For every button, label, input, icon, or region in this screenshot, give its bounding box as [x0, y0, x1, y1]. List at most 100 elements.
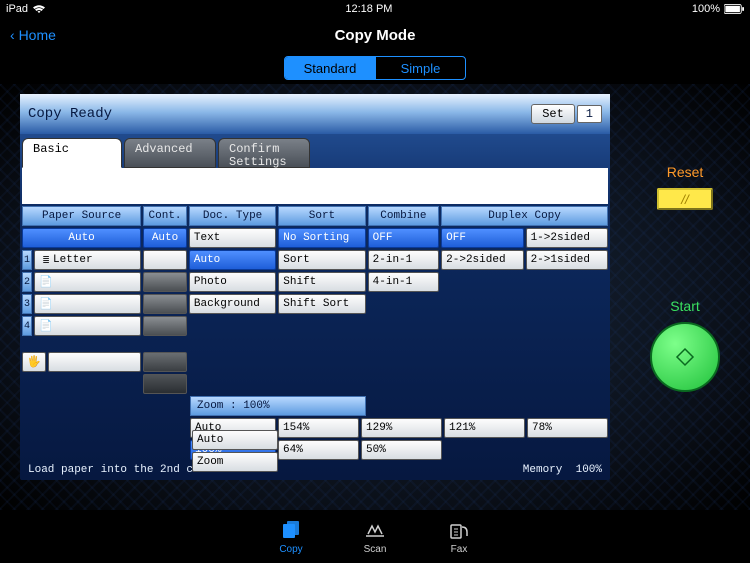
memory-status: Memory 100%: [523, 464, 602, 476]
zoom-mode-auto[interactable]: Auto: [192, 430, 278, 450]
zoom-154[interactable]: 154%: [278, 418, 359, 438]
combine-2in1[interactable]: 2-in-1: [368, 250, 440, 270]
panel-header: Copy Ready Set 1: [20, 94, 610, 134]
zoom-presets: 154% 129% 121% 78% 64% 50%: [278, 418, 608, 460]
reset-label: Reset: [667, 164, 704, 180]
seg-standard[interactable]: Standard: [285, 57, 375, 79]
combine-header: Combine: [368, 206, 440, 226]
set-button[interactable]: Set: [531, 104, 575, 124]
mode-segmented-row: Standard Simple: [0, 52, 750, 84]
scan-icon: [363, 518, 387, 542]
zoom-121[interactable]: 121%: [444, 418, 525, 438]
start-label: Start: [670, 298, 700, 314]
tray-icon: 📄: [39, 275, 53, 289]
mode-segmented: Standard Simple: [284, 56, 466, 80]
cont-header: Cont.: [143, 206, 187, 226]
tray-1[interactable]: 1 ≣Letter: [22, 250, 141, 270]
panel-status-row: Load paper into the 2nd cassette Memory …: [20, 460, 610, 480]
page-title: Copy Mode: [0, 27, 750, 44]
combine-4in1[interactable]: 4-in-1: [368, 272, 440, 292]
duplex-2-2[interactable]: 2->2sided: [441, 250, 523, 270]
fax-icon: [447, 518, 471, 542]
battery-pct: 100%: [692, 3, 720, 15]
tool-copy[interactable]: Copy: [279, 518, 303, 555]
col-sort: Sort No Sorting Sort Shift Shift Sort: [278, 206, 365, 394]
duplex-header: Duplex Copy: [441, 206, 608, 226]
cont-density-2[interactable]: [143, 294, 187, 314]
tool-scan[interactable]: Scan: [363, 518, 387, 555]
tab-confirm-settings[interactable]: Confirm Settings: [218, 138, 310, 168]
doc-text[interactable]: Text: [189, 228, 276, 248]
tabs: Basic Advanced Confirm Settings: [20, 134, 610, 168]
set-box: Set 1: [531, 104, 602, 124]
col-doc-type: Doc. Type Text Auto Photo Background: [189, 206, 276, 394]
clock: 12:18 PM: [345, 3, 392, 15]
start-button[interactable]: [650, 322, 720, 392]
zoom-64[interactable]: 64%: [278, 440, 359, 460]
duplex-2-1[interactable]: 2->1sided: [526, 250, 608, 270]
cont-blank-1[interactable]: [143, 250, 187, 270]
cont-auto[interactable]: Auto: [143, 228, 187, 248]
set-count: 1: [577, 105, 602, 123]
sort-sort[interactable]: Sort: [278, 250, 365, 270]
tray-icon: 📄: [39, 297, 53, 311]
tab-advanced[interactable]: Advanced: [124, 138, 216, 168]
col-duplex: Duplex Copy OFF 1->2sided 2->2sided 2->1…: [441, 206, 608, 394]
seg-simple[interactable]: Simple: [375, 57, 465, 79]
bypass-icon: 🖐: [27, 355, 41, 369]
side-controls: Reset // Start: [640, 94, 730, 392]
tray-icon: ≣: [39, 253, 53, 267]
battery-icon: [724, 4, 744, 14]
doc-type-header: Doc. Type: [189, 206, 276, 226]
diamond-icon: [675, 347, 695, 367]
copy-icon: [279, 518, 303, 542]
combine-off[interactable]: OFF: [368, 228, 440, 248]
zoom-78[interactable]: 78%: [527, 418, 608, 438]
bottom-toolbar: Copy Scan Fax: [0, 510, 750, 563]
duplex-off[interactable]: OFF: [441, 228, 523, 248]
main-area: Copy Ready Set 1 Basic Advanced Confirm …: [0, 84, 750, 510]
cont-density-1[interactable]: [143, 272, 187, 292]
tab-body: [22, 168, 608, 204]
ready-label: Copy Ready: [28, 106, 112, 122]
sort-none[interactable]: No Sorting: [278, 228, 365, 248]
bypass-tray[interactable]: 🖐: [22, 352, 141, 372]
zoom-mode-zoom[interactable]: Zoom: [192, 452, 278, 472]
back-button[interactable]: ‹ Home: [0, 27, 56, 43]
tool-fax[interactable]: Fax: [447, 518, 471, 555]
col-paper-source: Paper Source Auto 1 ≣Letter 2 📄 3 📄 4 📄: [22, 206, 141, 394]
tray-4[interactable]: 4 📄: [22, 316, 141, 336]
sort-header: Sort: [278, 206, 365, 226]
duplex-1-2[interactable]: 1->2sided: [526, 228, 608, 248]
reset-button[interactable]: //: [657, 188, 713, 210]
nav-bar: ‹ Home Copy Mode: [0, 18, 750, 52]
zoom-left: [22, 396, 188, 460]
copy-panel: Copy Ready Set 1 Basic Advanced Confirm …: [20, 94, 610, 480]
col-combine: Combine OFF 2-in-1 4-in-1: [368, 206, 440, 394]
paper-auto[interactable]: Auto: [22, 228, 141, 248]
tray-1-num: 1: [22, 250, 32, 270]
sort-shift-sort[interactable]: Shift Sort: [278, 294, 365, 314]
cont-density-4[interactable]: [143, 352, 187, 372]
paper-source-header: Paper Source: [22, 206, 141, 226]
sort-shift[interactable]: Shift: [278, 272, 365, 292]
ios-status-bar: iPad 12:18 PM 100%: [0, 0, 750, 18]
cont-density-5[interactable]: [143, 374, 187, 394]
zoom-header: Zoom : 100%: [190, 396, 366, 416]
doc-auto[interactable]: Auto: [189, 250, 276, 270]
doc-photo[interactable]: Photo: [189, 272, 276, 292]
zoom-129[interactable]: 129%: [361, 418, 442, 438]
tray-2[interactable]: 2 📄: [22, 272, 141, 292]
tray-3[interactable]: 3 📄: [22, 294, 141, 314]
chevron-left-icon: ‹: [10, 27, 19, 43]
zoom-area: Zoom : 100% Auto 100% 154% 129% 121% 78%…: [20, 394, 610, 460]
doc-background[interactable]: Background: [189, 294, 276, 314]
device-label: iPad: [6, 3, 28, 15]
tray-1-label: Letter: [53, 254, 93, 266]
col-cont: Cont. Auto: [143, 206, 187, 394]
cont-density-3[interactable]: [143, 316, 187, 336]
wifi-icon: [32, 4, 46, 14]
tab-basic[interactable]: Basic: [22, 138, 122, 168]
settings-columns: Paper Source Auto 1 ≣Letter 2 📄 3 📄 4 📄: [20, 204, 610, 394]
zoom-50[interactable]: 50%: [361, 440, 442, 460]
